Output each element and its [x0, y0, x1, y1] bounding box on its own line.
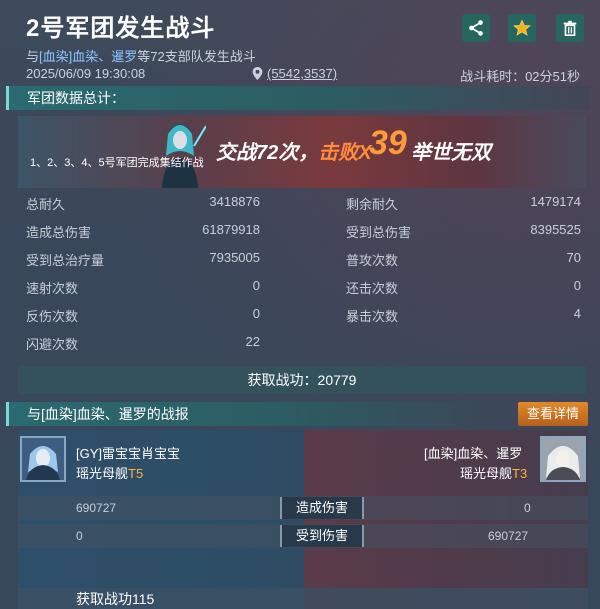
duration-value: 02分51秒 [525, 69, 580, 84]
coordinates-link[interactable]: (5542,3537) [252, 66, 337, 81]
banner-defeat-count: 39 [369, 124, 407, 162]
stat-label: 剩余耐久 [346, 197, 399, 212]
report-merit-gain: 获取战功115 [18, 588, 588, 609]
stat-value: 61879918 [202, 222, 260, 237]
stat-label: 普攻次数 [346, 253, 399, 268]
defender-ship: 瑶光母舰T3 [460, 463, 527, 482]
damage-taken-row: 0 受到伤害 690727 [18, 524, 588, 548]
stat-label: 受到总治疗量 [26, 253, 105, 268]
page-title: 2号军团发生战斗 [26, 15, 216, 42]
stat-label: 闪避次数 [26, 337, 79, 352]
subtitle-prefix: 与 [26, 49, 40, 64]
enemy-link[interactable]: [血染]血染、暹罗 [39, 49, 137, 64]
view-details-button[interactable]: 查看详情 [518, 402, 588, 426]
stat-label: 造成总伤害 [26, 225, 92, 240]
attacker-ship-name: 瑶光母舰 [76, 466, 129, 481]
attacker-ship-tier: T5 [128, 466, 144, 481]
defender-avatar[interactable] [540, 436, 586, 482]
delete-button[interactable] [556, 14, 584, 42]
coordinates-value: (5542,3537) [267, 66, 338, 81]
share-icon [469, 20, 483, 36]
stat-value: 22 [245, 334, 260, 349]
stat-value: 1479174 [530, 194, 581, 209]
defender-ship-name: 瑶光母舰 [460, 466, 513, 481]
attacker-portrait-icon [22, 438, 64, 480]
stat-value: 8395525 [530, 222, 581, 237]
merit-gain-value: 20779 [317, 372, 357, 388]
attacker-avatar[interactable] [20, 436, 66, 482]
stat-value: 0 [573, 278, 581, 293]
stat-value: 4 [573, 306, 581, 321]
stat-value: 3418876 [209, 194, 260, 209]
star-icon [513, 19, 531, 36]
merit-gain-bar: 获取战功：20779 [18, 366, 586, 394]
duration-label: 战斗耗时： [460, 69, 526, 84]
damage-dealt-row: 690727 造成伤害 0 [18, 496, 588, 520]
defender-ship-tier: T3 [512, 466, 528, 481]
favorite-button[interactable] [508, 14, 536, 42]
banner-defeat-prefix: 击败X [318, 142, 372, 164]
stat-label: 速射次数 [26, 281, 79, 296]
defender-damage-taken: 690727 [488, 529, 529, 543]
stat-value: 70 [566, 250, 581, 265]
battle-datetime: 2025/06/09 19:30:08 [26, 66, 146, 81]
stat-value: 7935005 [209, 250, 260, 265]
stat-label: 总耐久 [26, 197, 66, 212]
merit-gain-label: 获取战功： [247, 372, 318, 388]
damage-taken-label: 受到伤害 [280, 525, 364, 547]
trash-icon [563, 20, 577, 37]
location-pin-icon [252, 67, 263, 80]
report-section-title: 与[血染]血染、暹罗的战报 [6, 402, 502, 426]
defender-name: [血染]血染、暹罗 [424, 446, 523, 461]
attacker-ship: 瑶光母舰T5 [76, 463, 143, 482]
battle-subtitle: 与[血染]血染、暹罗等72支部队发生战斗 [26, 46, 256, 65]
stat-label: 暴击次数 [346, 309, 399, 324]
stat-label: 反伤次数 [26, 309, 79, 324]
defender-damage-dealt: 0 [524, 501, 531, 515]
summary-section-title: 军团数据总计： [6, 86, 590, 110]
stat-value: 0 [252, 278, 260, 293]
banner-battles-text: 交战72次， [216, 142, 319, 164]
damage-dealt-label: 造成伤害 [280, 497, 364, 519]
defender-portrait-icon [542, 438, 584, 480]
banner-battles: 交战72次，击败X [216, 136, 372, 165]
banner-epithet: 举世无双 [411, 142, 491, 164]
battle-duration: 战斗耗时：02分51秒 [460, 66, 580, 85]
achievement-banner: 交战72次，击败X 39 举世无双 1、2、3、4、5号军团完成集结作战 [18, 116, 586, 188]
attacker-damage-taken: 0 [76, 529, 83, 543]
attacker-name: [GY]雷宝宝肖宝宝 [76, 446, 181, 461]
stat-label: 受到总伤害 [346, 225, 412, 240]
commander-portrait-icon [162, 124, 206, 188]
stat-label: 还击次数 [346, 281, 399, 296]
subtitle-suffix: 等72支部队发生战斗 [137, 49, 256, 64]
share-button[interactable] [462, 14, 490, 42]
stat-value: 0 [252, 306, 260, 321]
banner-note: 1、2、3、4、5号军团完成集结作战 [30, 157, 204, 169]
attacker-damage-dealt: 690727 [76, 501, 117, 515]
